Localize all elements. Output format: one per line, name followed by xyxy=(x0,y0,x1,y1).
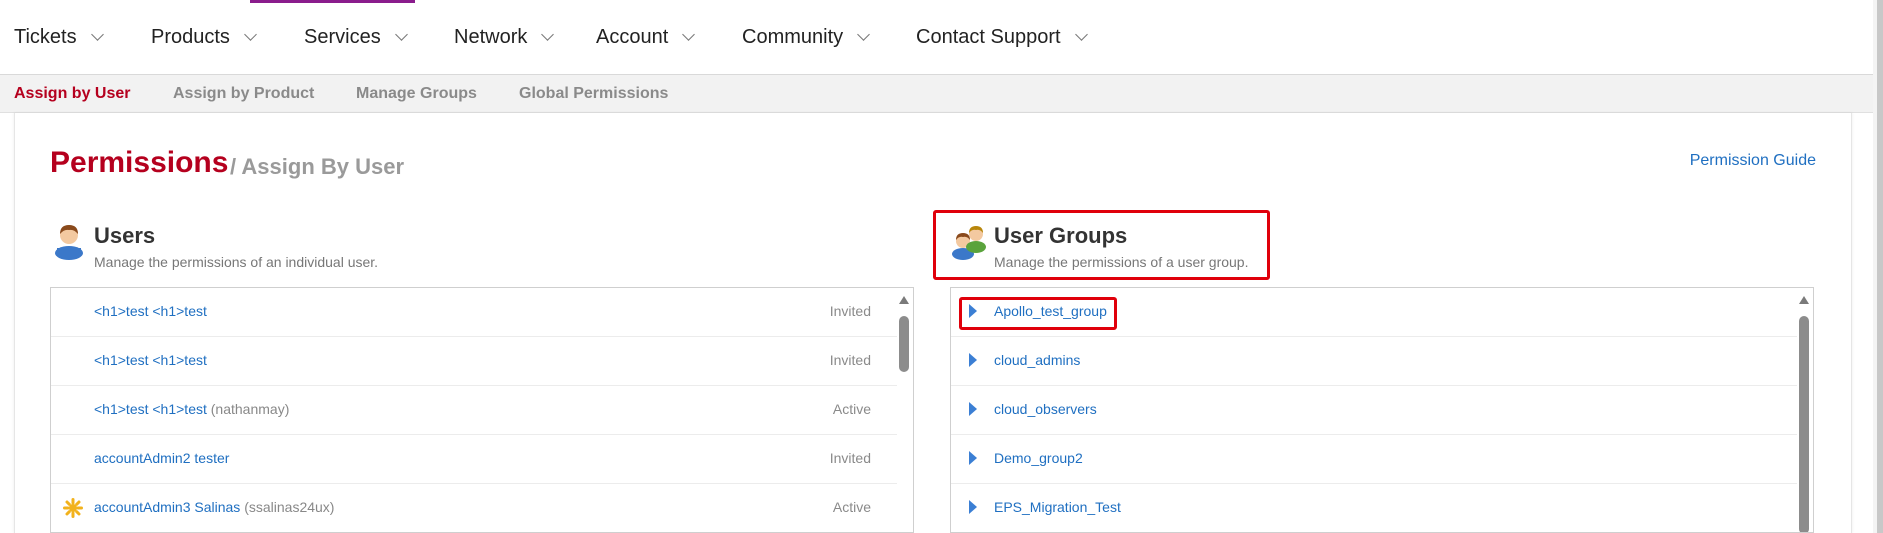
users-section-description: Manage the permissions of an individual … xyxy=(94,254,379,270)
nav-active-indicator xyxy=(250,0,415,3)
list-item[interactable]: <h1>test <h1>test Invited xyxy=(51,337,899,386)
nav-community[interactable]: Community xyxy=(742,26,871,49)
admin-star-icon xyxy=(63,498,83,518)
expand-arrow-icon[interactable] xyxy=(969,500,977,514)
group-row-highlight xyxy=(959,297,1117,330)
scroll-up-arrow-icon[interactable] xyxy=(899,296,909,304)
permission-guide-link[interactable]: Permission Guide xyxy=(1690,152,1816,170)
user-status: Invited xyxy=(829,303,871,319)
user-status: Invited xyxy=(829,450,871,466)
groups-header-highlight xyxy=(933,210,1270,280)
scroll-up-arrow-icon[interactable] xyxy=(1799,296,1809,304)
nav-label: Network xyxy=(454,26,528,48)
groups-scroll-thumb[interactable] xyxy=(1799,316,1809,532)
user-username: (nathanmay) xyxy=(210,401,290,417)
list-item[interactable]: accountAdmin2 tester Invited xyxy=(51,435,899,484)
top-navigation: Tickets Products Services Network Accoun… xyxy=(0,0,1883,75)
user-status: Active xyxy=(832,499,871,515)
group-name-link[interactable]: cloud_observers xyxy=(994,401,1097,417)
user-name-link[interactable]: <h1>test <h1>test xyxy=(94,352,207,368)
nav-network[interactable]: Network xyxy=(454,26,555,49)
chevron-down-icon xyxy=(90,28,104,41)
list-item[interactable]: accountAdmin3 Salinas (ssalinas24ux) Act… xyxy=(51,484,899,532)
subnav-global-permissions[interactable]: Global Permissions xyxy=(519,85,668,103)
nav-label: Tickets xyxy=(14,26,77,48)
groups-list-scrollbar[interactable] xyxy=(1797,288,1811,532)
nav-label: Contact Support xyxy=(916,26,1061,48)
window-scrollbar[interactable] xyxy=(1877,0,1883,533)
chevron-down-icon xyxy=(541,28,555,41)
subnav-manage-groups[interactable]: Manage Groups xyxy=(356,85,477,103)
chevron-down-icon xyxy=(682,28,696,41)
user-name-link[interactable]: accountAdmin3 Salinas (ssalinas24ux) xyxy=(94,499,334,515)
chevron-down-icon xyxy=(244,28,257,41)
user-name-link[interactable]: <h1>test <h1>test (nathanmay) xyxy=(94,401,289,417)
list-item[interactable]: cloud_admins xyxy=(951,337,1799,386)
subnav-assign-by-user[interactable]: Assign by User xyxy=(14,85,130,103)
user-status: Invited xyxy=(829,352,871,368)
user-icon xyxy=(55,225,83,260)
chevron-down-icon xyxy=(1074,28,1088,41)
nav-label: Account xyxy=(596,26,669,48)
list-item[interactable]: EPS_Migration_Test xyxy=(951,484,1799,532)
list-item[interactable]: cloud_observers xyxy=(951,386,1799,435)
users-section-title: Users xyxy=(94,223,156,248)
subnav-assign-by-product[interactable]: Assign by Product xyxy=(173,85,314,103)
list-item[interactable]: <h1>test <h1>test (nathanmay) Active xyxy=(51,386,899,435)
nav-products[interactable]: Products xyxy=(151,26,257,49)
chevron-down-icon xyxy=(394,28,408,41)
nav-account[interactable]: Account xyxy=(596,26,696,49)
nav-tickets[interactable]: Tickets xyxy=(14,26,104,49)
expand-arrow-icon[interactable] xyxy=(969,353,977,367)
page-title: Permissions xyxy=(50,146,229,179)
sub-navigation: Assign by User Assign by Product Manage … xyxy=(0,75,1883,113)
users-list-scrollbar[interactable] xyxy=(897,288,911,532)
user-name-link[interactable]: accountAdmin2 tester xyxy=(94,450,229,466)
page-subtitle: / Assign By User xyxy=(230,154,405,179)
list-item[interactable]: Demo_group2 xyxy=(951,435,1799,484)
nav-services[interactable]: Services xyxy=(304,26,408,49)
expand-arrow-icon[interactable] xyxy=(969,451,977,465)
user-name-link[interactable]: <h1>test <h1>test xyxy=(94,303,207,319)
user-username: (ssalinas24ux) xyxy=(244,499,335,515)
group-name-link[interactable]: Demo_group2 xyxy=(994,450,1083,466)
group-name-link[interactable]: cloud_admins xyxy=(994,352,1080,368)
nav-contact-support[interactable]: Contact Support xyxy=(916,26,1088,49)
nav-label: Community xyxy=(742,26,844,48)
users-list: <h1>test <h1>test Invited <h1>test <h1>t… xyxy=(50,287,914,533)
nav-label: Services xyxy=(304,26,381,48)
chevron-down-icon xyxy=(857,28,871,41)
nav-label: Products xyxy=(151,26,230,48)
expand-arrow-icon[interactable] xyxy=(969,402,977,416)
list-item[interactable]: <h1>test <h1>test Invited xyxy=(51,288,899,337)
group-name-link[interactable]: EPS_Migration_Test xyxy=(994,499,1121,515)
users-scroll-thumb[interactable] xyxy=(899,316,909,372)
user-status: Active xyxy=(832,401,871,417)
